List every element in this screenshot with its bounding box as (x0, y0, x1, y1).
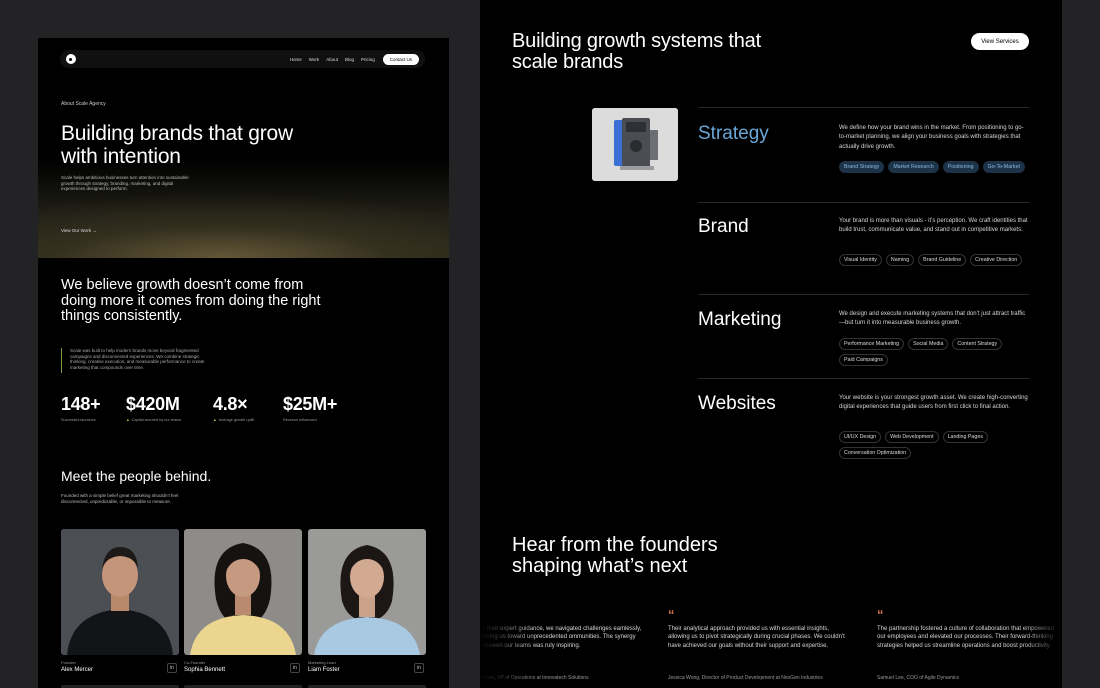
stat-capital: $420M ▲ Capital secured by our teams (126, 394, 181, 422)
tag[interactable]: Performance Marketing (839, 338, 905, 350)
hero-eyebrow: About Scale Agency (61, 101, 106, 107)
service-strategy-desc: We define how your brand wins in the mar… (839, 125, 1024, 150)
team-photo-liam[interactable] (308, 529, 426, 655)
service-brand-title[interactable]: Brand (698, 216, 749, 238)
member-name: Alex Mercer (61, 667, 94, 673)
service-websites-title[interactable]: Websites (698, 393, 776, 415)
team-photo-sophia[interactable] (184, 529, 302, 655)
divider (698, 378, 1029, 379)
service-marketing-tags: Performance Marketing Social Media Conte… (839, 338, 1029, 366)
stat-value: $25M+ (283, 394, 338, 414)
tag[interactable]: Visual Identity (839, 254, 882, 266)
linkedin-icon[interactable]: in (290, 663, 300, 673)
stat-growth: 4.8× ▲ Average growth uplift (213, 394, 254, 422)
tag[interactable]: Go-To-Market (982, 161, 1025, 173)
service-marketing-desc: We design and execute marketing systems … (839, 311, 1026, 327)
tag[interactable]: Landing Pages (942, 431, 988, 443)
member-role: Co-Founder (184, 660, 206, 665)
nav-link-about[interactable]: About (326, 57, 338, 62)
stat-label: Successful launches (61, 418, 96, 422)
brand-logo-icon[interactable] (66, 54, 76, 64)
tag[interactable]: Brand Guideline (918, 254, 967, 266)
team-photo-alex[interactable] (61, 529, 179, 655)
member-role: Marketing Lead (308, 660, 336, 665)
nav-link-pricing[interactable]: Pricing (361, 57, 375, 62)
up-arrow-icon: ▲ (126, 418, 130, 422)
linkedin-icon[interactable]: in (414, 663, 424, 673)
services-page-preview: Building growth systems that scale brand… (480, 0, 1062, 688)
stat-label: Capital secured by our teams (131, 418, 182, 422)
tag[interactable]: Social Media (908, 338, 949, 350)
tag[interactable]: Conversation Optimization (839, 447, 912, 459)
linkedin-icon[interactable]: in (167, 663, 177, 673)
hero-subtitle: Scale helps ambitious businesses turn at… (61, 175, 189, 192)
tag[interactable]: Positioning (942, 161, 979, 173)
service-websites-tags: UI/UX Design Web Development Landing Pag… (839, 431, 1029, 459)
stat-label: Average growth uplift (218, 418, 255, 422)
service-strategy-tags: Brand Strategy Market Research Positioni… (839, 161, 1029, 173)
testimonial-author: Jessica Wong, Director of Product Develo… (668, 675, 823, 681)
divider (698, 294, 1029, 295)
member-name: Liam Foster (308, 667, 340, 673)
tag[interactable]: Creative Direction (970, 254, 1023, 266)
nav-links: Home Work About Blog Pricing (290, 57, 375, 62)
member-role: Founder (61, 660, 76, 665)
nav-link-home[interactable]: Home (290, 57, 302, 62)
testimonials-title: Hear from the founders shaping what’s ne… (512, 534, 718, 577)
stat-value: 4.8× (213, 394, 248, 414)
member-name: Sophia Bennett (184, 667, 226, 673)
service-strategy-title[interactable]: Strategy (698, 123, 769, 145)
stat-revenue: $25M+ Revenue influenced (283, 394, 337, 422)
view-services-button[interactable]: View Services (971, 33, 1029, 50)
tag[interactable]: Brand Strategy (839, 161, 885, 173)
tag[interactable]: Market Research (888, 161, 939, 173)
service-websites-desc: Your website is your strongest growth as… (839, 395, 1028, 411)
stat-launches: 148+ Successful launches (61, 394, 101, 422)
nav-link-blog[interactable]: Blog (345, 57, 354, 62)
hero-title: Building brands that grow with intention (61, 122, 293, 168)
tag[interactable]: UI/UX Design (839, 431, 882, 443)
up-arrow-icon: ▲ (213, 418, 217, 422)
service-marketing-title[interactable]: Marketing (698, 309, 781, 331)
stat-value: $420M (126, 394, 180, 414)
services-title: Building growth systems that scale brand… (512, 30, 761, 73)
carousel-fade-left (480, 600, 540, 688)
carousel-fade-right (1022, 600, 1062, 688)
strategy-thumbnail-image (592, 108, 678, 181)
team-title: Meet the people behind. (61, 468, 212, 484)
about-page-preview: Home Work About Blog Pricing Contact Us … (38, 38, 449, 688)
testimonial-card: “ Their analytical approach provided us … (668, 607, 846, 650)
quote-mark-icon: “ (668, 607, 675, 622)
divider (698, 107, 1029, 108)
belief-statement: We believe growth doesn’t come from doin… (61, 277, 321, 324)
top-nav: Home Work About Blog Pricing Contact Us (60, 50, 425, 68)
tag[interactable]: Naming (885, 254, 915, 266)
contact-us-button[interactable]: Contact Us (382, 53, 419, 65)
tag[interactable]: Content Strategy (952, 338, 1003, 350)
testimonial-text: Their analytical approach provided us wi… (668, 626, 845, 649)
stat-label: Revenue influenced (283, 418, 317, 422)
tag[interactable]: Web Development (885, 431, 939, 443)
stat-value: 148+ (61, 394, 101, 414)
service-brand-tags: Visual Identity Naming Brand Guideline C… (839, 254, 1029, 266)
view-our-work-link[interactable]: View Our Work → (61, 228, 97, 233)
team-subtitle: Founded with a simple belief great marke… (61, 493, 179, 504)
about-quote: Scale was built to help modern brands mo… (70, 348, 205, 370)
tag[interactable]: Paid Campaigns (839, 354, 888, 366)
testimonial-author: Samuel Lee, COO of Agile Dynamics (877, 675, 959, 681)
divider (698, 202, 1029, 203)
quote-accent-bar (61, 348, 62, 373)
service-brand-desc: Your brand is more than visuals - it’s p… (839, 218, 1028, 234)
nav-link-work[interactable]: Work (309, 57, 319, 62)
